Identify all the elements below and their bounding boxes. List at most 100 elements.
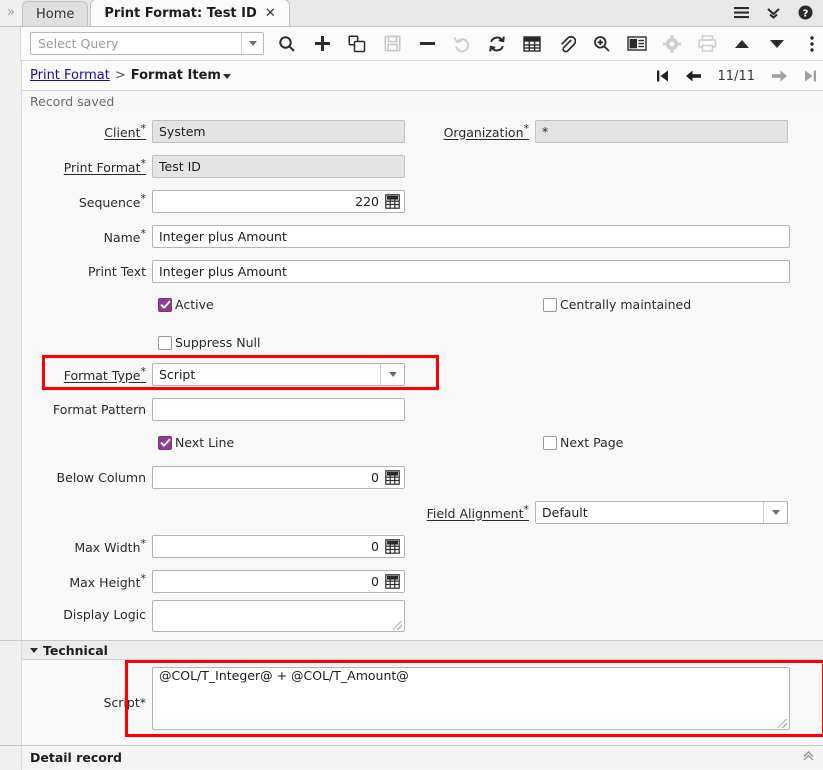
help-icon[interactable]: ? xyxy=(798,5,813,20)
form-fields: Client* System Organization * * Print For… xyxy=(22,111,823,640)
chevron-down-icon[interactable] xyxy=(223,74,231,79)
report-icon[interactable] xyxy=(626,31,648,57)
sequence-field[interactable]: 220 xyxy=(152,190,405,213)
format-pattern-field[interactable] xyxy=(152,398,405,421)
next-line-checkbox[interactable] xyxy=(158,436,172,450)
script-textarea[interactable]: @COL/T_Integer@ + @COL/T_Amount@ xyxy=(152,667,790,730)
field-row-field-alignment: Field Alignment* Default xyxy=(420,501,788,524)
max-width-field[interactable]: 0 xyxy=(152,535,405,558)
suppress-null-label: Suppress Null xyxy=(175,335,261,350)
display-logic-textarea[interactable] xyxy=(152,600,405,632)
search-icon[interactable] xyxy=(276,31,298,57)
next-page-checkbox[interactable] xyxy=(543,436,557,450)
organization-label-text: Organization xyxy=(444,126,524,141)
format-type-combobox[interactable]: Script xyxy=(152,363,405,386)
print-format-label: Print Format* xyxy=(22,157,152,175)
first-record-icon[interactable] xyxy=(656,69,669,83)
field-row-format-pattern: Format Pattern xyxy=(22,398,405,421)
select-query-dropdown-arrow[interactable] xyxy=(241,33,263,54)
undo-icon[interactable] xyxy=(451,31,473,57)
previous-record-icon[interactable] xyxy=(685,69,702,83)
settings-icon[interactable] xyxy=(661,31,683,57)
organization-field[interactable]: * xyxy=(535,120,788,143)
tab-close-icon[interactable]: ✕ xyxy=(265,7,276,20)
below-column-field[interactable]: 0 xyxy=(152,466,405,489)
parent-record-icon[interactable] xyxy=(731,31,753,57)
below-column-value: 0 xyxy=(153,470,383,485)
tab-home[interactable]: Home xyxy=(22,1,88,26)
chevron-up-icon[interactable] xyxy=(802,750,815,765)
field-alignment-value: Default xyxy=(536,505,763,520)
technical-section-header[interactable]: Technical xyxy=(22,641,823,660)
name-field[interactable]: Integer plus Amount xyxy=(152,225,790,248)
calculator-icon[interactable] xyxy=(383,194,402,209)
sequence-label: Sequence* xyxy=(22,192,152,210)
print-text-field[interactable]: Integer plus Amount xyxy=(152,260,790,283)
calculator-icon[interactable] xyxy=(383,539,402,554)
refresh-icon[interactable] xyxy=(486,31,508,57)
copy-record-icon[interactable] xyxy=(346,31,368,57)
field-row-format-type: Format Type* Script xyxy=(22,363,405,386)
resize-grip-icon[interactable] xyxy=(393,621,402,630)
detail-record-icon[interactable] xyxy=(766,31,788,57)
max-height-label: Max Height* xyxy=(22,572,152,590)
active-checkbox[interactable] xyxy=(158,298,172,312)
checkbox-row-suppress-null[interactable]: Suppress Null xyxy=(158,335,261,350)
breadcrumb-current[interactable]: Format Item xyxy=(131,68,221,83)
status-message: Record saved xyxy=(30,94,114,109)
select-query-input[interactable]: Select Query xyxy=(31,36,241,51)
grid-toggle-icon[interactable] xyxy=(521,31,543,57)
footer-label: Detail record xyxy=(30,750,122,765)
resize-grip-icon[interactable] xyxy=(778,719,787,728)
max-height-value: 0 xyxy=(153,574,383,589)
attachment-icon[interactable] xyxy=(556,31,578,57)
breadcrumb: Print Format > Format Item xyxy=(30,68,231,83)
last-record-icon[interactable] xyxy=(804,69,817,83)
checkbox-row-next-line[interactable]: Next Line xyxy=(158,435,234,450)
next-record-icon[interactable] xyxy=(771,69,788,83)
checkbox-row-centrally-maintained[interactable]: Centrally maintained xyxy=(543,297,691,312)
required-marker: * xyxy=(141,122,147,135)
tab-print-format-label: Print Format: Test ID xyxy=(104,6,256,21)
sidebar-expand-icon[interactable]: » xyxy=(0,0,22,26)
suppress-null-checkbox[interactable] xyxy=(158,336,172,350)
checkbox-row-next-page[interactable]: Next Page xyxy=(543,435,623,450)
technical-section-title: Technical xyxy=(43,643,108,658)
print-format-field[interactable]: Test ID xyxy=(152,155,405,178)
tab-bar-actions: ? xyxy=(734,0,823,26)
active-label: Active xyxy=(175,297,214,312)
checkbox-row-active[interactable]: Active xyxy=(158,297,214,312)
footer-bar: Detail record xyxy=(0,745,823,769)
breadcrumb-parent-link[interactable]: Print Format xyxy=(30,68,110,83)
script-label: Script* xyxy=(22,674,152,730)
field-row-sequence: Sequence* 220 xyxy=(22,190,412,213)
field-alignment-combobox[interactable]: Default xyxy=(535,501,788,524)
status-rail xyxy=(0,91,22,111)
field-row-print-text: Print Text Integer plus Amount xyxy=(22,260,790,283)
field-row-below-column: Below Column 0 xyxy=(22,466,405,489)
calculator-icon[interactable] xyxy=(383,574,402,589)
zoom-icon[interactable] xyxy=(591,31,613,57)
delete-icon[interactable] xyxy=(416,31,438,57)
print-icon[interactable] xyxy=(696,31,718,57)
field-row-name: Name* Integer plus Amount xyxy=(22,225,790,248)
max-height-field[interactable]: 0 xyxy=(152,570,405,593)
tab-print-format[interactable]: Print Format: Test ID ✕ xyxy=(90,0,289,26)
format-pattern-label: Format Pattern xyxy=(22,402,152,417)
client-value: System xyxy=(153,124,404,139)
format-type-dropdown-arrow[interactable] xyxy=(380,364,404,385)
required-marker: * xyxy=(141,572,147,585)
field-alignment-dropdown-arrow[interactable] xyxy=(763,502,787,523)
client-label: Client* xyxy=(22,122,152,140)
chevron-double-down-icon[interactable] xyxy=(766,6,781,20)
more-options-icon[interactable] xyxy=(801,31,823,57)
select-query-combobox[interactable]: Select Query xyxy=(30,32,264,55)
client-field[interactable]: System xyxy=(152,120,405,143)
menu-icon[interactable] xyxy=(734,6,749,19)
svg-text:?: ? xyxy=(803,8,809,19)
centrally-maintained-checkbox[interactable] xyxy=(543,298,557,312)
calculator-icon[interactable] xyxy=(383,470,402,485)
format-type-label-text: Format Type xyxy=(64,369,141,384)
new-record-icon[interactable] xyxy=(311,31,333,57)
save-icon[interactable] xyxy=(381,31,403,57)
